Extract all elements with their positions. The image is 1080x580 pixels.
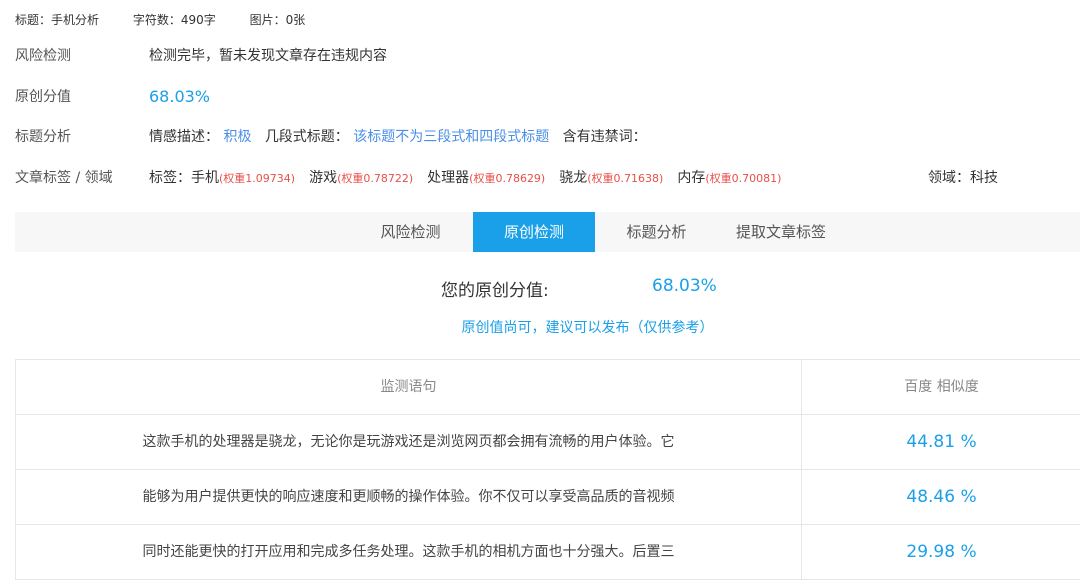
tab-extract-tags[interactable]: 提取文章标签 <box>721 212 841 252</box>
tab-title-analysis[interactable]: 标题分析 <box>609 212 704 252</box>
domain-value: 领域：科技 <box>928 170 998 186</box>
banned-words-label: 含有违禁词： <box>562 129 647 145</box>
meta-image-count: 图片：0张 <box>249 13 306 27</box>
tag-item: 骁龙(权重0.71638) <box>559 170 663 186</box>
tab-risk-detection[interactable]: 风险检测 <box>363 212 458 252</box>
tag-weight: (权重1.09734) <box>219 172 296 185</box>
tags-prefix: 标签： <box>149 170 191 186</box>
sentiment-value: 积极 <box>223 129 252 145</box>
tags-row: 文章标签 / 领域 标签：手机(权重1.09734) 游戏(权重0.78722) 处… <box>15 168 1075 188</box>
title-analysis-label: 标题分析 <box>15 129 71 145</box>
article-meta: 标题：手机分析 字符数：490字 图片：0张 <box>15 11 335 28</box>
table-row: 能够为用户提供更快的响应速度和更顺畅的操作体验。你不仅可以享受高品质的音视频 4… <box>16 470 1080 525</box>
tag-item: 内存(权重0.70081) <box>677 170 781 186</box>
tag-weight: (权重0.70081) <box>705 172 782 185</box>
tag-weight: (权重0.71638) <box>587 172 664 185</box>
tag-name: 处理器 <box>427 170 470 186</box>
title-analysis-row: 标题分析 情感描述： 积极 几段式标题： 该标题不为三段式和四段式标题 含有违禁… <box>15 127 1075 147</box>
column-header-similarity: 百度 相似度 <box>904 379 979 395</box>
segments-value: 该标题不为三段式和四段式标题 <box>353 129 550 145</box>
original-row: 原创分值 68.03% <box>15 87 1075 107</box>
table-row: 这款手机的处理器是骁龙，无论你是玩游戏还是浏览网页都会拥有流畅的用户体验。它 4… <box>16 415 1080 470</box>
original-value: 68.03% <box>149 87 211 106</box>
sentiment-label: 情感描述： <box>149 129 219 145</box>
original-score-label: 您的原创分值: <box>441 281 549 301</box>
risk-value: 检测完毕，暂未发现文章存在违规内容 <box>149 48 387 64</box>
meta-title: 标题：手机分析 <box>15 13 100 27</box>
tag-name: 内存 <box>677 170 706 186</box>
tag-item: 游戏(权重0.78722) <box>309 170 413 186</box>
original-score-value: 68.03% <box>652 276 717 296</box>
sentence-cell: 能够为用户提供更快的响应速度和更顺畅的操作体验。你不仅可以享受高品质的音视频 <box>16 470 802 524</box>
tags-values: 标签：手机(权重1.09734) 游戏(权重0.78722) 处理器(权重0.786… <box>149 168 795 189</box>
table-header: 监测语句 百度 相似度 <box>16 360 1080 415</box>
column-header-sentence: 监测语句 <box>16 360 802 414</box>
segments-label: 几段式标题： <box>264 129 349 145</box>
tag-item: 手机(权重1.09734) <box>191 170 295 186</box>
similarity-cell: 48.46 % <box>906 487 977 507</box>
risk-row: 风险检测 检测完毕，暂未发现文章存在违规内容 <box>15 46 1075 66</box>
tab-original-detection[interactable]: 原创检测 <box>473 212 595 252</box>
sentence-cell: 这款手机的处理器是骁龙，无论你是玩游戏还是浏览网页都会拥有流畅的用户体验。它 <box>16 415 802 469</box>
tag-name: 游戏 <box>309 170 338 186</box>
title-analysis-values: 情感描述： 积极 几段式标题： 该标题不为三段式和四段式标题 含有违禁词： <box>149 127 647 147</box>
similarity-cell: 44.81 % <box>906 432 977 452</box>
tag-name: 骁龙 <box>559 170 588 186</box>
meta-char-count: 字符数：490字 <box>132 13 216 27</box>
tag-item: 处理器(权重0.78629) <box>427 170 545 186</box>
tag-weight: (权重0.78722) <box>337 172 414 185</box>
tag-weight: (权重0.78629) <box>469 172 546 185</box>
risk-label: 风险检测 <box>15 48 71 64</box>
tag-name: 手机 <box>191 170 219 186</box>
similarity-table: 监测语句 百度 相似度 这款手机的处理器是骁龙，无论你是玩游戏还是浏览网页都会拥… <box>15 359 1080 580</box>
original-label: 原创分值 <box>15 89 71 105</box>
sentence-cell: 同时还能更快的打开应用和完成多任务处理。这款手机的相机方面也十分强大。后置三 <box>16 525 802 579</box>
tab-bar: 风险检测 原创检测 标题分析 提取文章标签 <box>15 212 1080 252</box>
original-advice: 原创值尚可，建议可以发布（仅供参考） <box>461 320 714 336</box>
tags-label: 文章标签 / 领域 <box>15 170 113 186</box>
similarity-cell: 29.98 % <box>906 542 977 562</box>
